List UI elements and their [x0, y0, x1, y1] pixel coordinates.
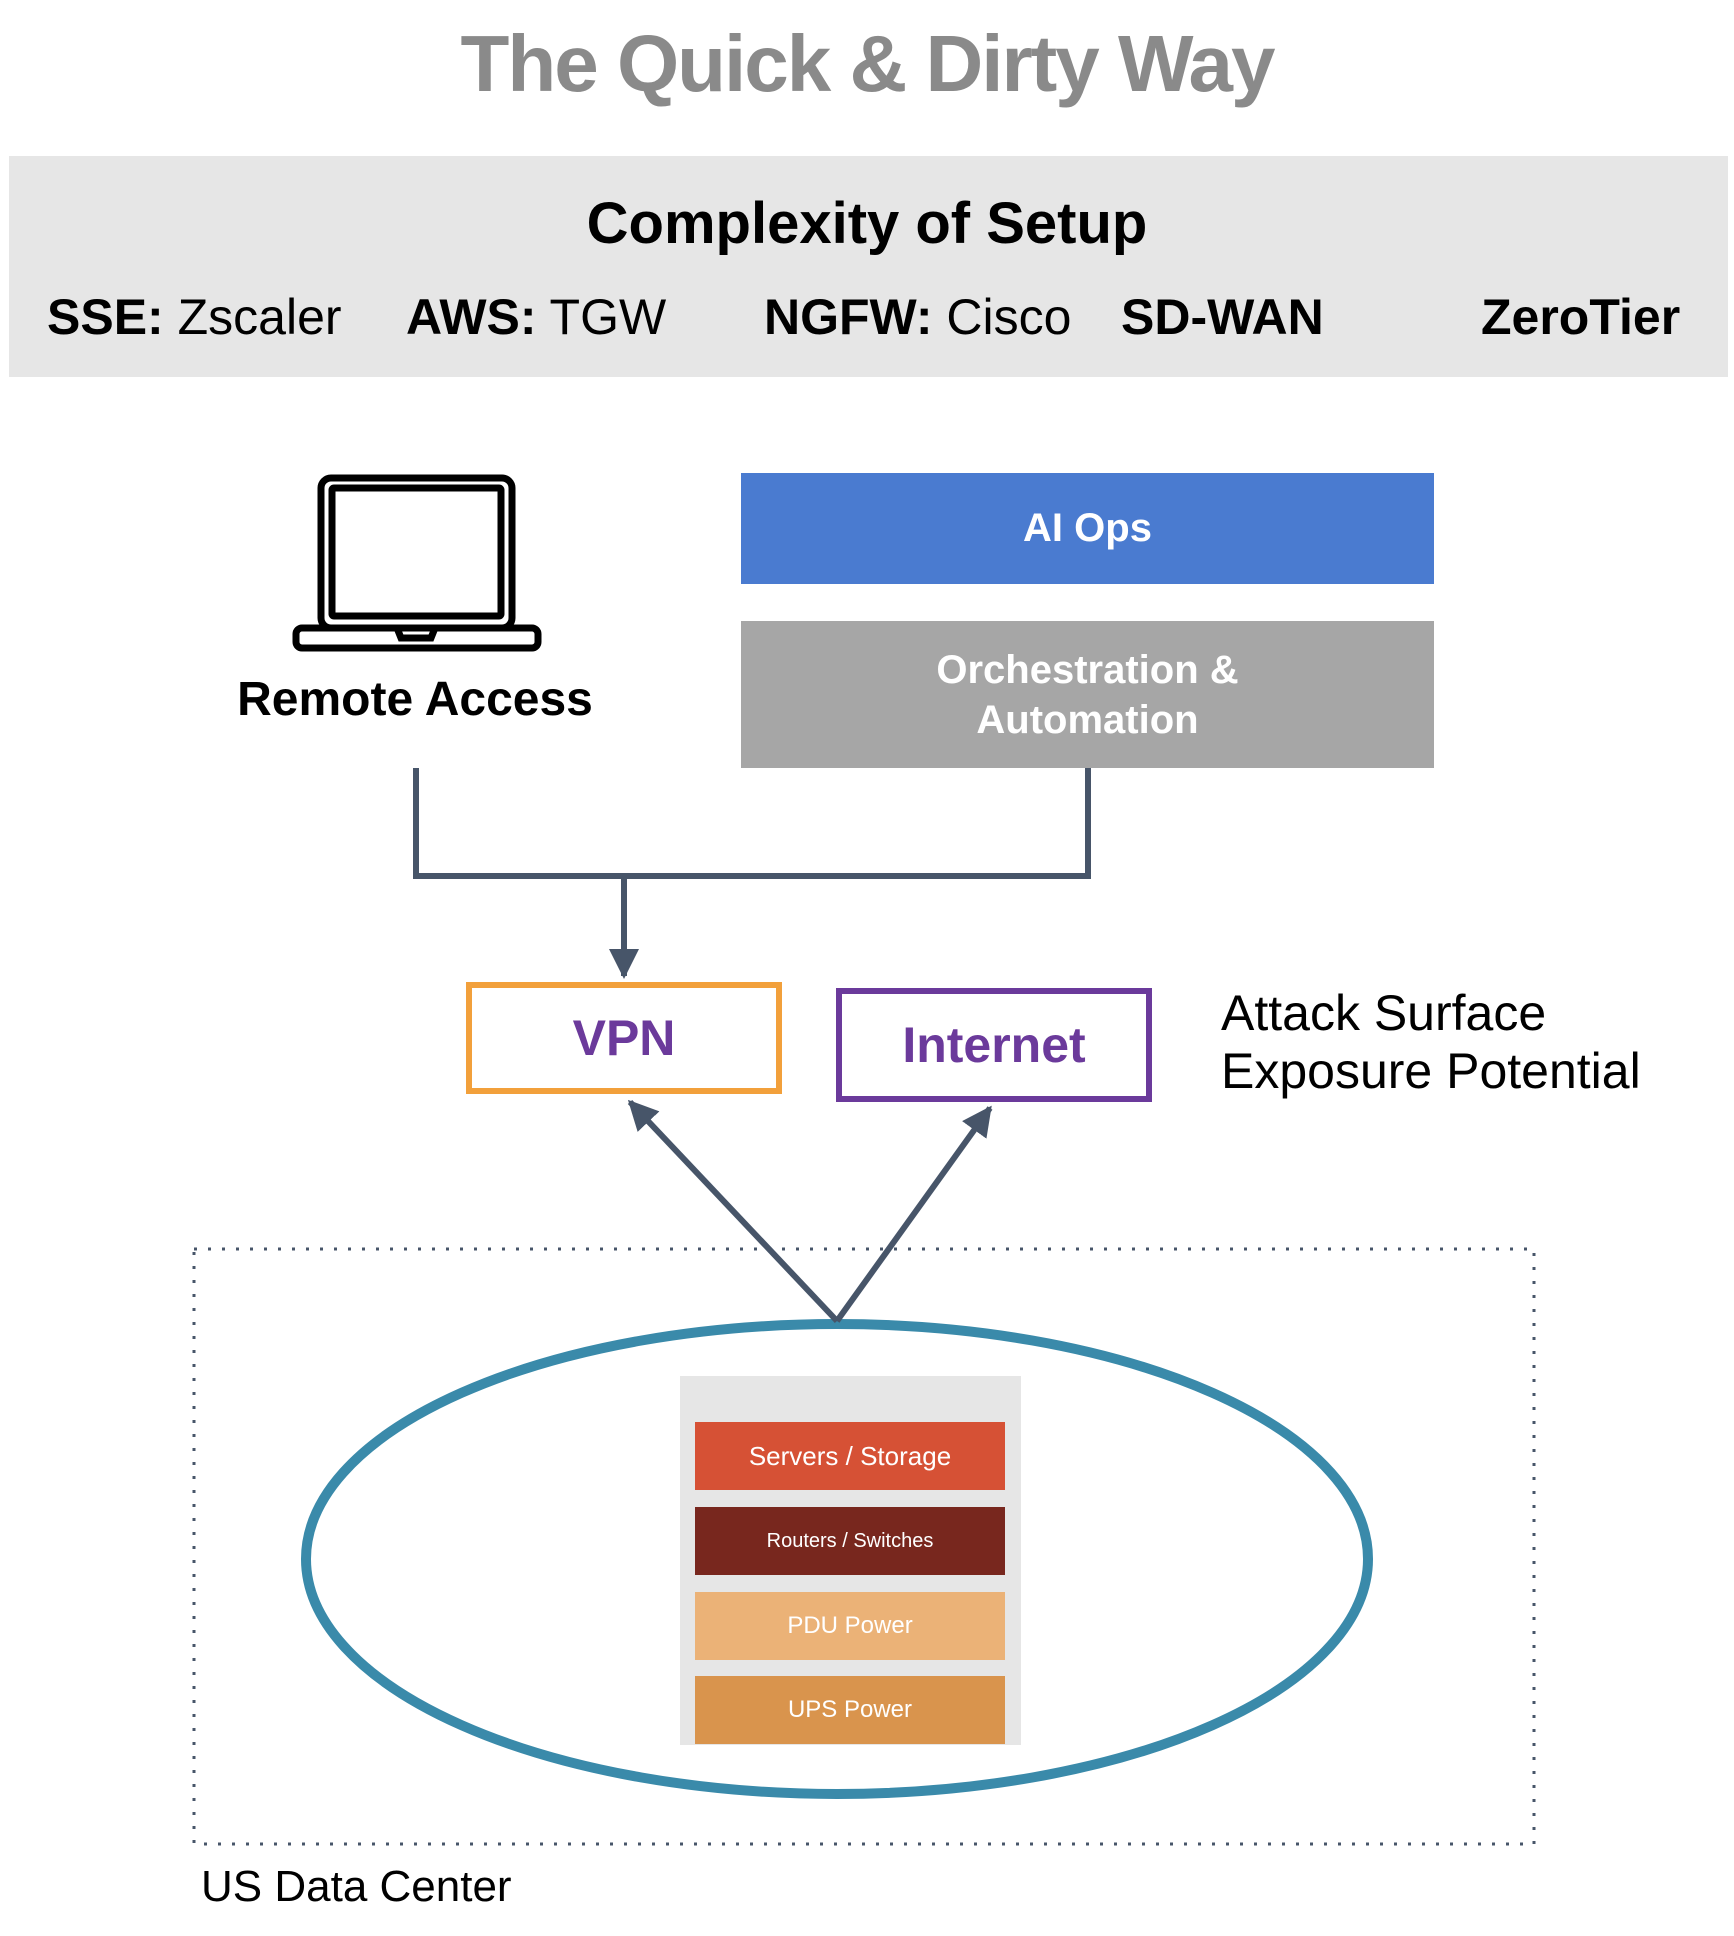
rack-ups-power: UPS Power [695, 1676, 1005, 1744]
ai-ops-label: AI Ops [1023, 506, 1152, 550]
rack-label: Routers / Switches [766, 1529, 934, 1552]
data-center-label: US Data Center [201, 1862, 512, 1911]
arrow-dc-to-vpn [627, 1099, 840, 1324]
orchestration-label-line2: Automation [976, 697, 1199, 742]
ai-ops-box: AI Ops [741, 473, 1434, 584]
connector-remote-access [413, 768, 1091, 879]
internet-box: Internet [836, 988, 1152, 1102]
arrow-dc-to-internet [834, 1105, 993, 1323]
rack-label: UPS Power [787, 1696, 913, 1723]
vpn-box: VPN [466, 982, 782, 1094]
rack-label: PDU Power [787, 1612, 913, 1639]
rack-pdu-power: PDU Power [695, 1592, 1005, 1660]
orchestration-box: Orchestration & Automation [741, 621, 1434, 768]
attack-surface-label: Attack Surface Exposure Potential [1221, 984, 1641, 1100]
orchestration-label-line1: Orchestration & [936, 647, 1239, 692]
attack-surface-line1: Attack Surface [1221, 985, 1547, 1041]
remote-access-label: Remote Access [237, 673, 593, 726]
rack-label: Servers / Storage [748, 1440, 952, 1471]
rack-routers-switches: Routers / Switches [695, 1507, 1005, 1575]
laptop-icon [292, 474, 542, 652]
vpn-label: VPN [572, 1010, 676, 1066]
internet-label: Internet [902, 1017, 1086, 1073]
rack-servers-storage: Servers / Storage [695, 1422, 1005, 1490]
attack-surface-line2: Exposure Potential [1221, 1043, 1641, 1099]
